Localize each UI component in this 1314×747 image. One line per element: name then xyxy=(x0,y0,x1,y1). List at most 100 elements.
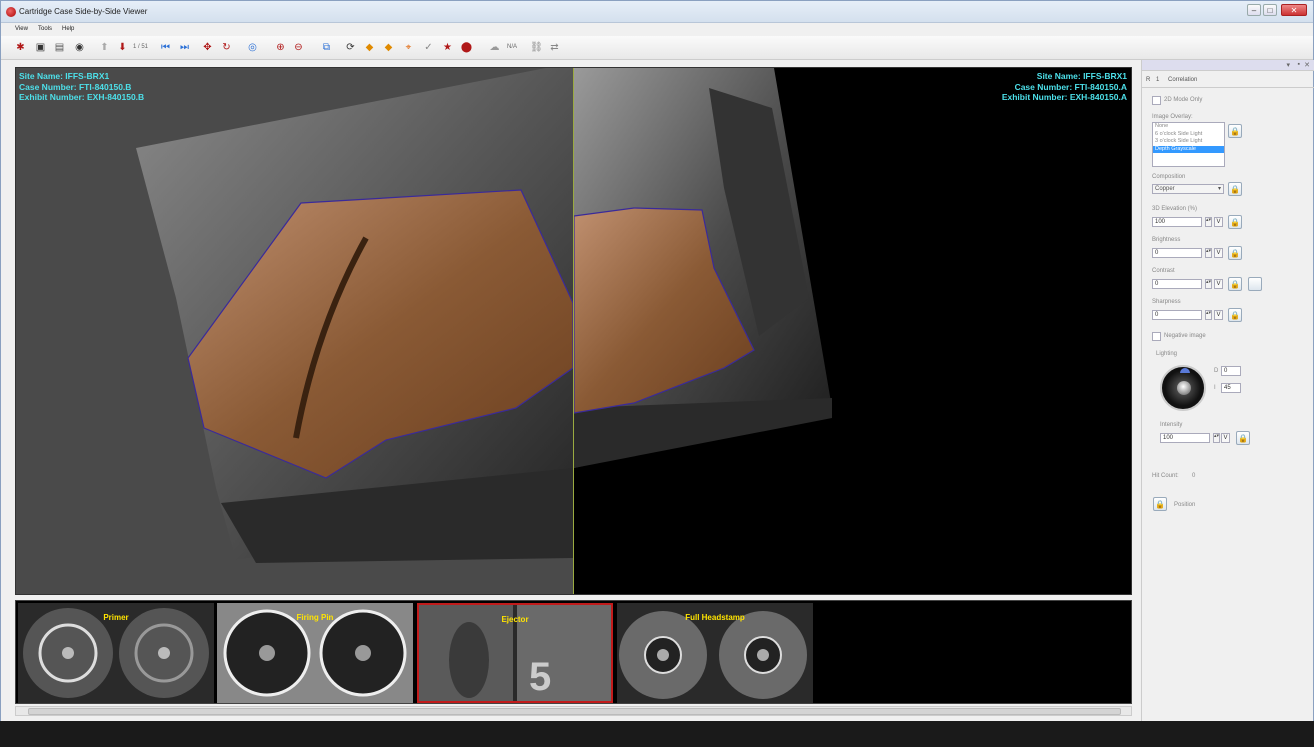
thumbnail-primer[interactable]: Primer xyxy=(18,603,214,703)
settings-gear-icon[interactable]: ✱ xyxy=(13,40,28,55)
panel-pin-icon[interactable]: ▾ xyxy=(1286,61,1290,69)
brightness-v-button[interactable]: V xyxy=(1214,248,1223,258)
hit-count-label: Hit Count: xyxy=(1152,473,1179,479)
last-icon[interactable]: ⏭ xyxy=(177,40,192,55)
menu-view[interactable]: View xyxy=(15,26,28,32)
zoom-in-icon[interactable]: ⊕ xyxy=(273,40,288,55)
stamp-icon[interactable]: ⬤ xyxy=(459,40,474,55)
window-title: Cartridge Case Side-by-Side Viewer xyxy=(19,7,148,16)
brightness-lock-button[interactable]: 🔒 xyxy=(1228,246,1242,260)
left-image-pane[interactable]: Site Name: IFFS-BRX1 Case Number: FTI-84… xyxy=(16,68,573,594)
contrast-label: Contrast xyxy=(1152,268,1175,274)
previous-up-icon[interactable]: ⬆ xyxy=(97,40,112,55)
app-icon xyxy=(6,7,16,17)
right-marker-icon[interactable]: ◆ xyxy=(381,40,396,55)
composition-value: Copper xyxy=(1155,186,1175,192)
elevation-input[interactable]: 100 xyxy=(1152,217,1202,227)
page-counter: 1 / 51 xyxy=(133,44,149,50)
toolbar: ✱ ▣ ▤ ◉ ⬆ ⬇ 1 / 51 ⏮ ⏭ ✥ ↻ ◎ ⊕ ⊖ ⧉ ⟳ ◆ ◆… xyxy=(1,36,1313,60)
sharpness-v-button[interactable]: V xyxy=(1214,310,1223,320)
position-lock-button[interactable]: 🔒 xyxy=(1153,497,1167,511)
camera-icon[interactable]: ◉ xyxy=(72,40,87,55)
light-d-input[interactable]: 0 xyxy=(1221,366,1241,376)
brightness-spinner[interactable]: ▴▾ xyxy=(1205,248,1212,258)
crosshair-icon[interactable]: ⌖ xyxy=(401,40,416,55)
mode-2d-label: 2D Mode Only xyxy=(1164,97,1203,103)
overlay-lock-button[interactable]: 🔒 xyxy=(1228,124,1242,138)
sharpness-spinner[interactable]: ▴▾ xyxy=(1205,310,1212,320)
chevron-down-icon: ▾ xyxy=(1217,186,1221,192)
intensity-v-button[interactable]: V xyxy=(1221,433,1230,443)
elevation-lock-button[interactable]: 🔒 xyxy=(1228,215,1242,229)
overlay-option-6-oclock[interactable]: 6 o'clock Side Light xyxy=(1155,131,1224,139)
overlay-option-3-oclock[interactable]: 3 o'clock Side Light xyxy=(1155,138,1224,146)
composition-select[interactable]: Copper ▾ xyxy=(1152,184,1224,194)
lighting-direction-ball[interactable] xyxy=(1160,365,1206,411)
reset-rotate-icon[interactable]: ⟳ xyxy=(343,40,358,55)
mode-2d-checkbox[interactable] xyxy=(1152,96,1161,105)
measure-icon[interactable]: ✓ xyxy=(421,40,436,55)
overlay-option-none[interactable]: None xyxy=(1155,123,1224,131)
right-image-pane[interactable]: Site Name: IFFS-BRX1 Case Number: FTI-84… xyxy=(574,68,1131,594)
light-i-input[interactable]: 45 xyxy=(1221,383,1241,393)
contrast-lock-button[interactable]: 🔒 xyxy=(1228,277,1242,291)
menu-tools[interactable]: Tools xyxy=(38,26,52,32)
na-label: N/A xyxy=(507,44,518,50)
composition-lock-button[interactable]: 🔒 xyxy=(1228,182,1242,196)
tab-1[interactable]: 1 xyxy=(1156,77,1159,83)
contrast-spinner[interactable]: ▴▾ xyxy=(1205,279,1212,289)
menu-help[interactable]: Help xyxy=(62,26,74,32)
image-overlay-list[interactable]: None 6 o'clock Side Light 3 o'clock Side… xyxy=(1152,122,1225,167)
contrast-extra-button[interactable] xyxy=(1248,277,1262,291)
sync-icon[interactable]: ⇄ xyxy=(547,40,562,55)
panel-tabs: R 1 Correlation xyxy=(1142,74,1314,88)
negative-image-checkbox[interactable] xyxy=(1152,332,1161,341)
brightness-label: Brightness xyxy=(1152,237,1181,243)
intensity-input[interactable]: 100 xyxy=(1160,433,1210,443)
elevation-label: 3D Elevation (%) xyxy=(1152,206,1198,212)
headstamp-glyph: 5 xyxy=(529,655,551,699)
thumbnail-label-firing-pin: Firing Pin xyxy=(296,613,334,622)
elevation-v-button[interactable]: V xyxy=(1214,217,1223,227)
thumbnail-scrollbar[interactable] xyxy=(15,706,1132,716)
save-icon[interactable]: ▣ xyxy=(33,40,48,55)
chart-icon[interactable]: ⧉ xyxy=(319,40,334,55)
link-icon[interactable]: ⛓ xyxy=(529,40,544,55)
tab-r[interactable]: R xyxy=(1146,77,1150,83)
sharpness-lock-button[interactable]: 🔒 xyxy=(1228,308,1242,322)
light-d-label: D xyxy=(1214,368,1219,374)
maximize-button[interactable]: □ xyxy=(1263,4,1277,16)
close-button[interactable]: ✕ xyxy=(1281,4,1307,16)
sharpness-input[interactable]: 0 xyxy=(1152,310,1202,320)
elevation-spinner[interactable]: ▴▾ xyxy=(1205,217,1212,227)
contrast-v-button[interactable]: V xyxy=(1214,279,1223,289)
overlay-option-depth-grayscale[interactable]: Depth Grayscale xyxy=(1153,145,1224,153)
print-icon[interactable]: ▤ xyxy=(52,40,67,55)
tab-correlation[interactable]: Correlation xyxy=(1168,77,1197,83)
thumbnail-full-headstamp[interactable]: Full Headstamp xyxy=(617,603,813,703)
thumbnail-firing-pin[interactable]: Firing Pin xyxy=(217,603,413,703)
minimize-button[interactable]: – xyxy=(1247,4,1261,16)
brightness-input[interactable]: 0 xyxy=(1152,248,1202,258)
rotate-icon[interactable]: ↻ xyxy=(219,40,234,55)
left-marker-icon[interactable]: ◆ xyxy=(362,40,377,55)
scrollbar-thumb[interactable] xyxy=(28,708,1121,715)
first-icon[interactable]: ⏮ xyxy=(158,40,173,55)
app-window: Cartridge Case Side-by-Side Viewer – □ ✕… xyxy=(0,0,1314,747)
zoom-out-icon[interactable]: ⊖ xyxy=(291,40,306,55)
lighting-label: Lighting xyxy=(1156,351,1178,357)
circle-select-icon[interactable]: ◎ xyxy=(245,40,260,55)
left-case-info: Site Name: IFFS-BRX1 Case Number: FTI-84… xyxy=(19,71,144,103)
intensity-lock-button[interactable]: 🔒 xyxy=(1236,431,1250,445)
cloud-icon[interactable]: ☁ xyxy=(487,40,502,55)
panel-close-icon[interactable]: ✕ xyxy=(1304,61,1310,69)
contrast-input[interactable]: 0 xyxy=(1152,279,1202,289)
star-icon[interactable]: ★ xyxy=(440,40,455,55)
image-overlay-label: Image Overlay: xyxy=(1152,114,1193,120)
thumbnail-ejector-selected[interactable]: 5 Ejector xyxy=(417,603,613,703)
intensity-spinner[interactable]: ▴▾ xyxy=(1213,433,1220,443)
next-down-icon[interactable]: ⬇ xyxy=(115,40,130,55)
left-surface-image xyxy=(136,68,573,563)
move-icon[interactable]: ✥ xyxy=(200,40,215,55)
panel-dock-icon[interactable]: ▪ xyxy=(1298,61,1300,68)
